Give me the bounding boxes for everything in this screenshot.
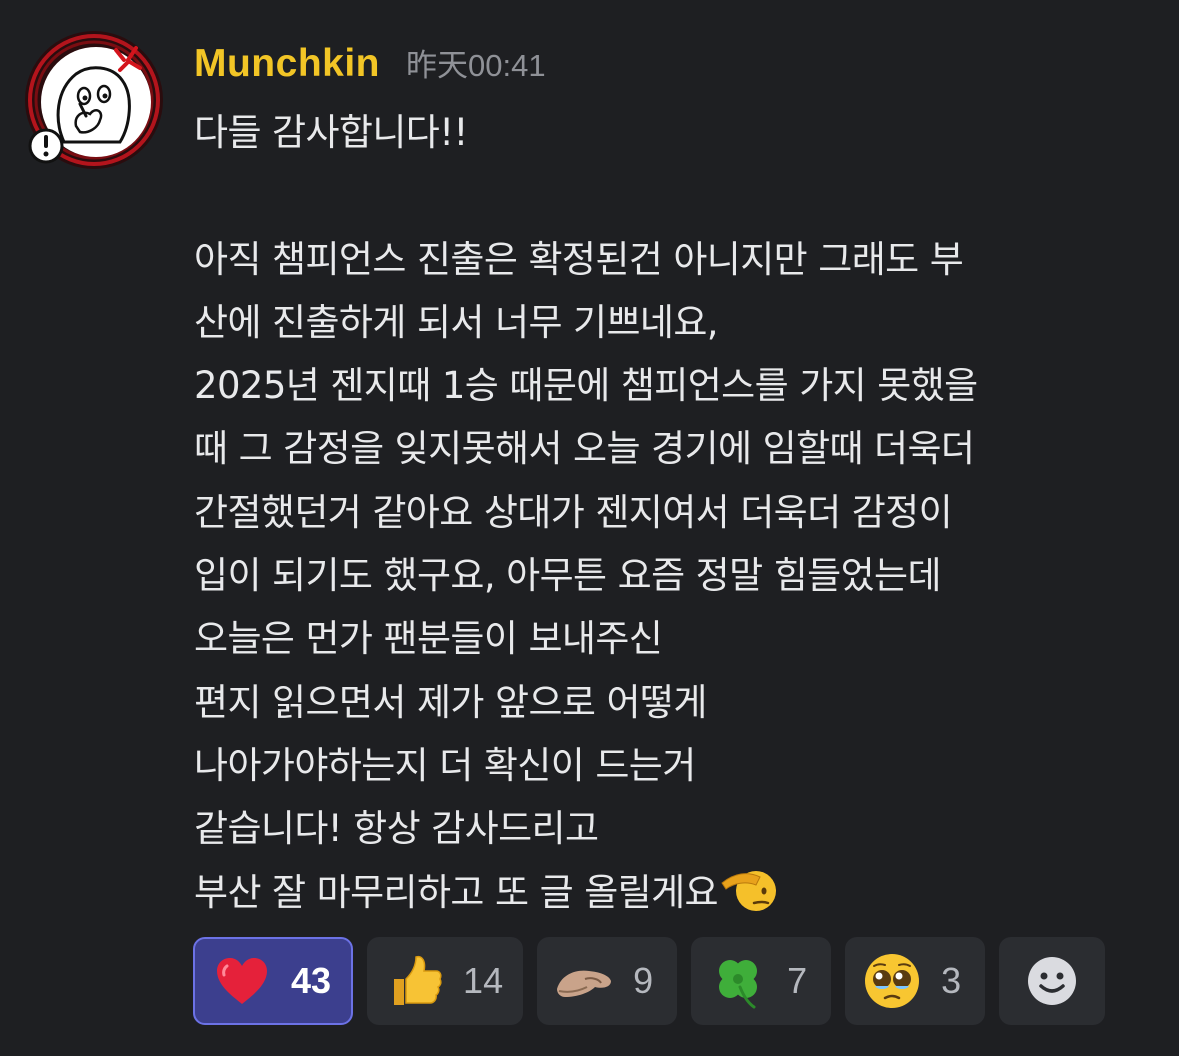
reactions-bar: 43 14 9 7 3 <box>193 937 1106 1025</box>
add-reaction-button[interactable] <box>999 937 1106 1025</box>
reaction-thumbs-up[interactable]: 14 <box>367 937 524 1025</box>
reaction-count: 9 <box>633 960 654 1001</box>
chat-message: Munchkin 昨天00:41 다들 감사합니다!! 아직 챔피언스 진출은 … <box>0 0 1179 1056</box>
message-line: 간절했던거 같아요 상대가 젠지여서 더욱더 감정이 <box>194 490 953 534</box>
thumbs-up-icon <box>385 952 443 1010</box>
reaction-count: 3 <box>941 960 962 1001</box>
message-line: 산에 진출하게 되서 너무 기쁘네요, <box>194 300 719 344</box>
add-reaction-smiley-icon <box>1023 952 1081 1010</box>
custom-hand-icon <box>555 952 613 1010</box>
message-header: Munchkin 昨天00:41 <box>194 40 546 88</box>
reaction-count: 7 <box>787 960 808 1001</box>
message-last-line: 부산 잘 마무리하고 또 글 올릴게요 <box>194 861 1169 924</box>
username[interactable]: Munchkin <box>194 42 380 86</box>
message-line: 2025년 젠지때 1승 때문에 챔피언스를 가지 못했을 <box>194 364 978 408</box>
reaction-count: 14 <box>463 960 504 1001</box>
message-line: 다들 감사합니다!! <box>194 111 468 154</box>
timestamp: 昨天00:41 <box>406 48 546 83</box>
message-line: 편지 읽으면서 제가 앞으로 어떻게 <box>194 680 707 724</box>
message-line: 같습니다! 항상 감사드리고 <box>194 807 599 851</box>
heart-icon <box>213 952 271 1010</box>
reaction-pleading-face[interactable]: 3 <box>845 937 986 1025</box>
message-line: 부산 잘 마무리하고 또 글 올릴게요 <box>194 870 719 914</box>
avatar-image <box>25 31 163 169</box>
avatar[interactable] <box>24 30 164 170</box>
message-line: 나아가야하는지 더 확신이 드는거 <box>194 743 696 787</box>
saluting-face-icon <box>720 865 778 932</box>
reaction-four-leaf-clover[interactable]: 7 <box>691 937 832 1025</box>
message-line <box>194 164 1169 227</box>
message-content: 다들 감사합니다!! 아직 챔피언스 진출은 확정된건 아니지만 그래도 부 산… <box>194 101 1169 924</box>
pleading-face-icon <box>863 952 921 1010</box>
message-line: 때 그 감정을 잊지못해서 오늘 경기에 임할때 더욱더 <box>194 427 975 471</box>
message-line: 오늘은 먼가 팬분들이 보내주신 <box>194 617 663 661</box>
four-leaf-clover-icon <box>709 952 767 1010</box>
message-line: 입이 되기도 했구요, 아무튼 요즘 정말 힘들었는데 <box>194 554 942 598</box>
reaction-heart[interactable]: 43 <box>193 937 354 1025</box>
message-line: 아직 챔피언스 진출은 확정된건 아니지만 그래도 부 <box>194 237 964 281</box>
reaction-custom-hand[interactable]: 9 <box>537 937 678 1025</box>
reaction-count: 43 <box>291 960 332 1001</box>
